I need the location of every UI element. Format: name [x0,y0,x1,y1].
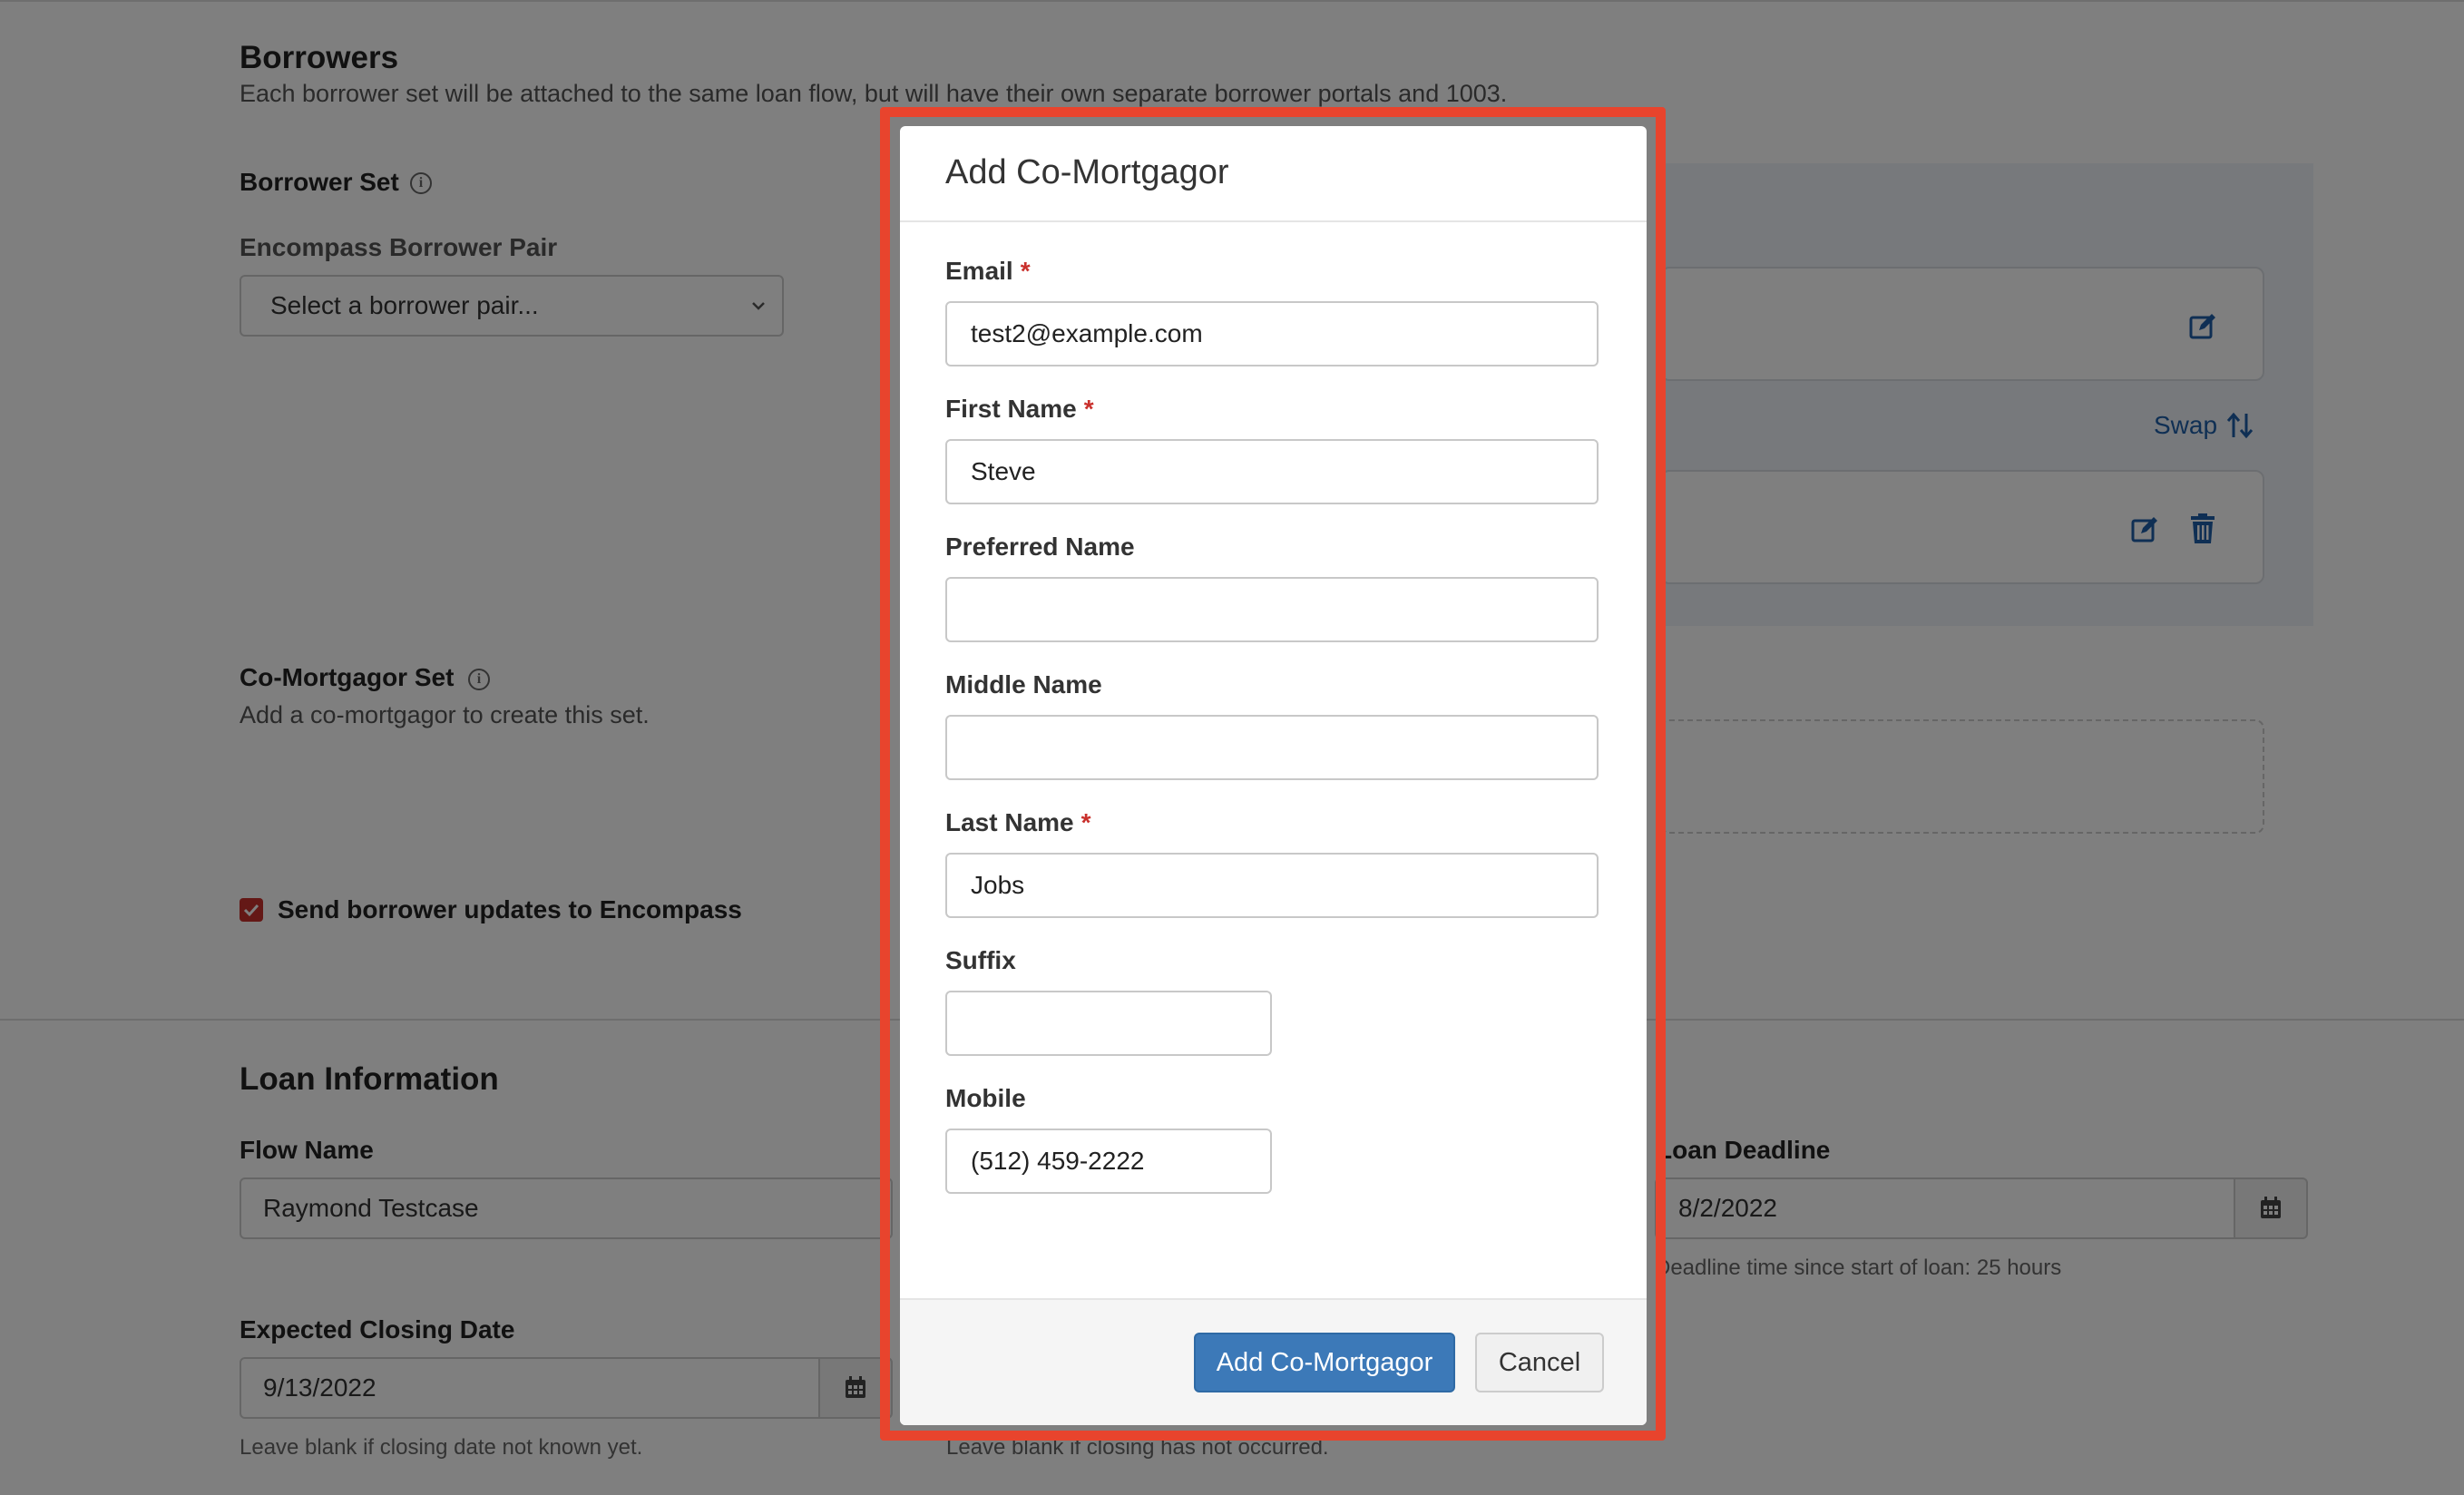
preferred-name-label: Preferred Name [945,533,1135,561]
preferred-name-field[interactable] [945,577,1599,642]
middle-name-field[interactable] [945,715,1599,780]
email-label: Email * [945,257,1031,286]
add-co-mortgagor-modal: Add Co-Mortgagor Email * test2@example.co… [900,126,1647,1425]
modal-footer: Add Co-Mortgagor Cancel [900,1298,1647,1425]
suffix-label: Suffix [945,946,1016,974]
required-marker: * [1083,395,1094,423]
suffix-field[interactable] [945,991,1272,1056]
mobile-value: (512) 459-2222 [971,1147,1145,1175]
last-name-value: Jobs [971,871,1025,899]
email-field[interactable]: test2@example.com [945,301,1599,366]
last-name-label: Last Name * [945,808,1091,837]
required-marker: * [1080,808,1091,836]
modal-header: Add Co-Mortgagor [900,126,1647,222]
last-name-field[interactable]: Jobs [945,853,1599,918]
email-value: test2@example.com [971,319,1203,347]
first-name-label-text: First Name [945,395,1077,423]
modal-title: Add Co-Mortgagor [945,153,1229,191]
add-co-mortgagor-button[interactable]: Add Co-Mortgagor [1194,1333,1455,1392]
cancel-button[interactable]: Cancel [1475,1333,1604,1392]
first-name-field[interactable]: Steve [945,439,1599,504]
mobile-field[interactable]: (512) 459-2222 [945,1129,1272,1194]
required-marker: * [1020,257,1031,285]
last-name-label-text: Last Name [945,808,1074,836]
middle-name-label: Middle Name [945,670,1102,699]
first-name-label: First Name * [945,395,1094,424]
first-name-value: Steve [971,457,1036,485]
mobile-label: Mobile [945,1084,1026,1112]
email-label-text: Email [945,257,1013,285]
